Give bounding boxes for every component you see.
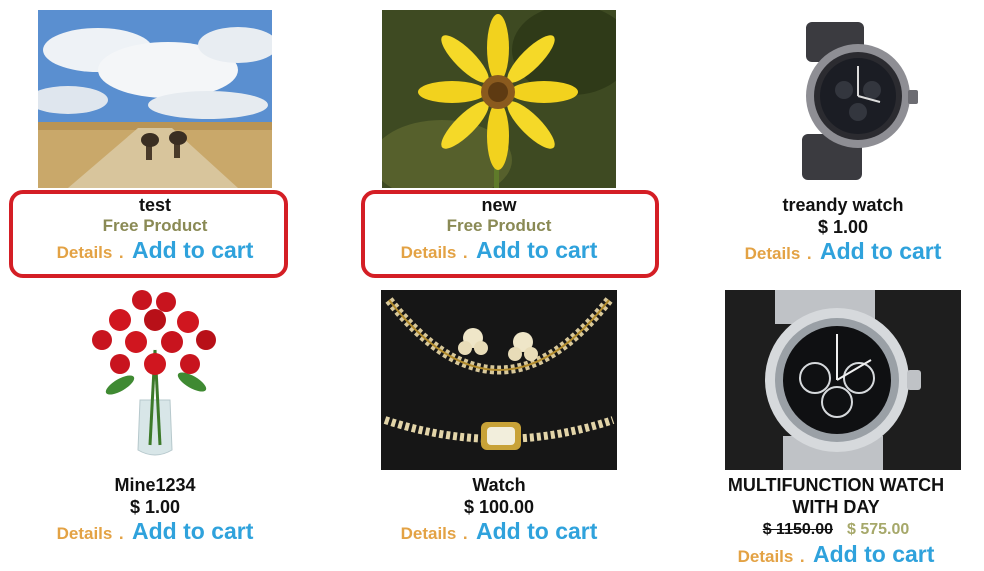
product-image-wrist-watch[interactable]	[776, 14, 936, 184]
product-image-yellow-flower[interactable]	[382, 10, 616, 188]
add-to-cart-link[interactable]: Add to cart	[820, 238, 941, 264]
product-image-road-ostriches[interactable]	[38, 10, 272, 188]
details-link[interactable]: Details	[745, 244, 801, 263]
separator: .	[799, 547, 805, 566]
product-price: $ 1.00	[817, 217, 869, 237]
separator: .	[806, 244, 812, 263]
product-image-chronograph-watch[interactable]	[725, 290, 961, 470]
highlight-box	[361, 190, 659, 278]
product-price: $ 100.00	[463, 497, 535, 517]
product-image-pearl-necklace[interactable]	[381, 290, 617, 470]
original-price: $ 1150.00	[762, 521, 833, 538]
product-price: $ 1.00	[129, 497, 181, 517]
add-to-cart-link[interactable]: Add to cart	[813, 541, 934, 567]
separator: .	[462, 524, 468, 543]
product-actions: Details . Add to cart	[688, 238, 984, 268]
product-name[interactable]: Watch	[344, 474, 654, 496]
separator: .	[118, 524, 124, 543]
add-to-cart-link[interactable]: Add to cart	[476, 518, 597, 544]
product-name[interactable]: Mine1234	[0, 474, 310, 496]
sale-price: $ 575.00	[847, 521, 910, 538]
product-actions: Details . Add to cart	[344, 518, 654, 548]
product-name-line-2[interactable]: WITH DAY	[688, 496, 984, 518]
product-name[interactable]: treandy watch	[688, 194, 984, 216]
product-name-line-1[interactable]: MULTIFUNCTION WATCH	[688, 474, 984, 496]
highlight-box	[9, 190, 288, 278]
add-to-cart-link[interactable]: Add to cart	[132, 518, 253, 544]
product-actions: Details . Add to cart	[0, 518, 310, 548]
details-link[interactable]: Details	[738, 547, 794, 566]
product-image-rose-bouquet[interactable]	[80, 290, 230, 466]
product-price-sale: $ 1150.00 $ 575.00	[688, 519, 984, 541]
details-link[interactable]: Details	[57, 524, 113, 543]
details-link[interactable]: Details	[401, 524, 457, 543]
